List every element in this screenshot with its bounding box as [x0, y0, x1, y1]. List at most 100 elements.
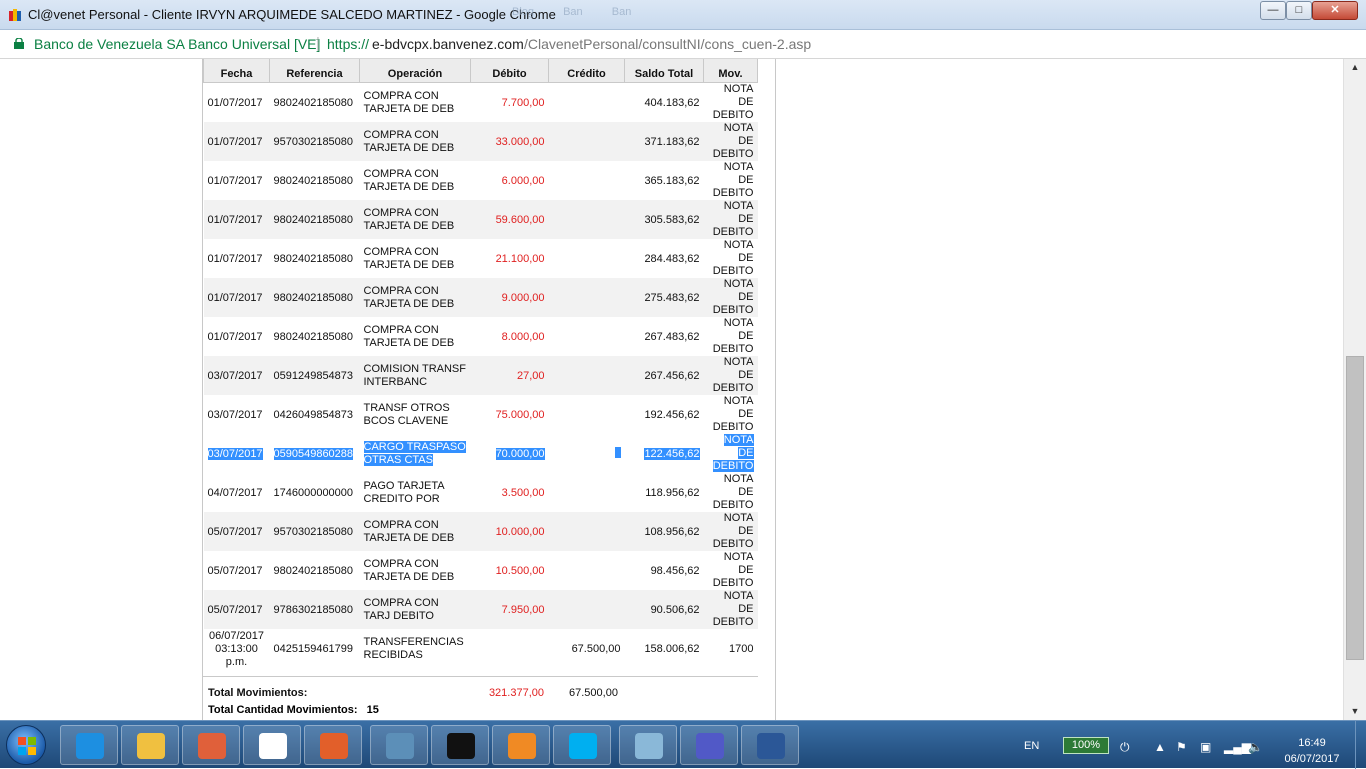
show-desktop-button[interactable]	[1355, 721, 1366, 769]
table-body: 01/07/2017 9802402185080 COMPRA CON TARJET…	[203, 83, 758, 670]
cell-tipo-text: NOTA DE DEBITO	[712, 200, 754, 238]
scroll-down-arrow-icon[interactable]: ▼	[1344, 703, 1366, 720]
taskbar-photo-viewer[interactable]	[370, 725, 428, 765]
action-center-flag-icon[interactable]: ⚑	[1176, 740, 1187, 754]
cell-tipo-text: NOTA DE DEBITO	[712, 473, 754, 511]
table-row[interactable]: 05/07/2017 9570302185080 COMPRA CON TARJET…	[203, 512, 758, 551]
cell-saldo: 267.456,62	[624, 356, 704, 395]
cell-tipo: NOTA DE DEBITO	[704, 83, 758, 123]
taskbar-media-player[interactable]	[182, 725, 240, 765]
cell-operacion: PAGO TARJETA CREDITO POR	[360, 473, 471, 512]
device-icon[interactable]: ▣	[1200, 740, 1211, 754]
table-row[interactable]: 01/07/2017 9570302185080 COMPRA CON TARJET…	[203, 122, 758, 161]
cell-credito	[549, 317, 625, 356]
table-row[interactable]: 03/07/2017 0426049854873 TRANSF OTROS BCOS…	[204, 395, 758, 434]
ghost-tab: Blog	[512, 6, 535, 18]
table-row[interactable]: 01/07/2017 9802402185080 COMPRA CON TARJET…	[203, 200, 758, 239]
table-row[interactable]: 06/07/2017 03:13:00 p.m. 0425159461799 TRA…	[204, 629, 758, 669]
cell-saldo-text: 267.456,62	[644, 369, 700, 382]
taskbar-chrome[interactable]	[243, 725, 301, 765]
window-titlebar: Cl@venet Personal - Cliente IRVYN ARQUIM…	[0, 0, 1366, 30]
cell-operacion-text: COMPRA CON TARJETA DE DEB	[363, 128, 455, 154]
volume-icon[interactable]: 🔈	[1248, 740, 1263, 754]
cell-fecha-text: 05/07/2017	[207, 564, 263, 577]
cell-saldo-text: 122.456,62	[644, 447, 700, 460]
cell-tipo-text: NOTA DE DEBITO	[712, 512, 754, 550]
cell-fecha: 03/07/2017	[204, 395, 270, 434]
taskbar-app-orange[interactable]	[304, 725, 362, 765]
cell-debito: 7.700,00	[471, 83, 549, 123]
maximize-button[interactable]: □	[1286, 1, 1312, 20]
scroll-up-arrow-icon[interactable]: ▲	[1344, 59, 1366, 76]
table-row[interactable]: 05/07/2017 9802402185080 COMPRA CON TARJET…	[204, 551, 758, 590]
taskbar-file-explorer[interactable]	[121, 725, 179, 765]
taskbar-notes[interactable]	[619, 725, 677, 765]
media-player-icon	[198, 733, 226, 759]
cell-debito-text: 6.000,00	[501, 174, 545, 187]
table-row[interactable]: 01/07/2017 9802402185080 COMPRA CON TARJET…	[204, 317, 758, 356]
taskbar-command-prompt[interactable]	[431, 725, 489, 765]
scroll-thumb[interactable]	[1346, 356, 1364, 660]
table-row[interactable]: 01/07/2017 9802402185080 COMPRA CON TARJET…	[204, 83, 758, 123]
battery-indicator[interactable]: 100%	[1063, 737, 1109, 754]
header-debito: Débito	[470, 59, 549, 83]
taskbar-teams[interactable]	[680, 725, 738, 765]
cell-debito-text: 9.000,00	[501, 291, 545, 304]
cell-tipo: NOTA DE DEBITO	[703, 200, 758, 239]
cell-fecha: 06/07/2017 03:13:00 p.m.	[204, 629, 270, 669]
file-explorer-icon	[137, 733, 165, 759]
power-plug-icon[interactable]: ⏻	[1120, 740, 1130, 755]
start-button[interactable]	[6, 725, 46, 765]
table-row[interactable]: 04/07/2017 1746000000000 PAGO TARJETA CRED…	[204, 473, 758, 512]
cell-credito	[548, 356, 625, 395]
total-cantidad-label: Total Cantidad Movimientos:	[208, 704, 358, 716]
cell-operacion-text: COMPRA CON TARJETA DE DEB	[363, 518, 455, 544]
cell-saldo-text: 305.583,62	[644, 213, 700, 226]
cell-referencia-text: 0591249854873	[273, 369, 354, 382]
taskbar-word[interactable]	[741, 725, 799, 765]
cell-tipo-text: NOTA DE DEBITO	[712, 395, 754, 433]
cell-referencia-text: 9786302185080	[273, 603, 354, 616]
cell-saldo: 98.456,62	[625, 551, 704, 590]
system-clock[interactable]: 16:49 06/07/2017	[1280, 735, 1344, 767]
ghost-tab: Ban	[611, 6, 632, 18]
cell-referencia-text: 0425159461799	[273, 643, 354, 655]
taskbar-sublime-text[interactable]	[492, 725, 550, 765]
teams-icon	[696, 733, 724, 759]
cell-referencia-text: 0426049854873	[273, 408, 354, 421]
table-row[interactable]: 03/07/2017 0590549860288 CARGO TRASPASO OT…	[203, 434, 758, 473]
cell-tipo: NOTA DE DEBITO	[703, 356, 758, 395]
cell-credito	[549, 551, 625, 590]
sublime-text-icon	[508, 733, 536, 759]
cell-operacion-text: COMPRA CON TARJETA DE DEB	[363, 206, 455, 232]
cell-referencia: 9802402185080	[270, 83, 360, 123]
cell-fecha-text: 03/07/2017	[207, 369, 263, 382]
ghost-tab: Ban	[563, 6, 583, 18]
cell-debito: 10.500,00	[471, 551, 549, 590]
vertical-scrollbar[interactable]: ▲ ▼	[1343, 59, 1366, 720]
cell-credito	[548, 200, 625, 239]
close-button[interactable]: ✕	[1312, 1, 1358, 20]
table-row[interactable]: 01/07/2017 9802402185080 COMPRA CON TARJET…	[204, 161, 758, 200]
cell-fecha-text: 01/07/2017	[207, 213, 263, 226]
windows-logo-icon	[18, 737, 36, 755]
taskbar-internet-explorer[interactable]	[60, 725, 118, 765]
cell-fecha: 03/07/2017	[203, 434, 270, 473]
cell-debito: 59.600,00	[470, 200, 549, 239]
address-bar[interactable]: Banco de Venezuela SA Banco Universal [V…	[0, 30, 1366, 59]
tray-expand-icon[interactable]: ▲	[1154, 740, 1166, 754]
cell-fecha: 01/07/2017	[203, 122, 270, 161]
language-indicator[interactable]: EN	[1024, 740, 1039, 752]
table-row[interactable]: 03/07/2017 0591249854873 COMISION TRANSF I…	[203, 356, 758, 395]
table-row[interactable]: 01/07/2017 9802402185080 COMPRA CON TARJET…	[204, 239, 758, 278]
table-row[interactable]: 01/07/2017 9802402185080 COMPRA CON TARJET…	[203, 278, 758, 317]
cell-fecha: 01/07/2017	[203, 278, 270, 317]
minimize-button[interactable]: —	[1260, 1, 1286, 20]
cell-credito	[548, 278, 625, 317]
cell-referencia-text: 9802402185080	[273, 291, 354, 304]
taskbar-skype[interactable]	[553, 725, 611, 765]
table-row[interactable]: 05/07/2017 9786302185080 COMPRA CON TARJ D…	[203, 590, 758, 629]
header-referencia: Referencia	[269, 59, 360, 83]
network-signal-icon[interactable]: ▂▄▆	[1224, 740, 1251, 754]
clock-date: 06/07/2017	[1284, 753, 1340, 765]
